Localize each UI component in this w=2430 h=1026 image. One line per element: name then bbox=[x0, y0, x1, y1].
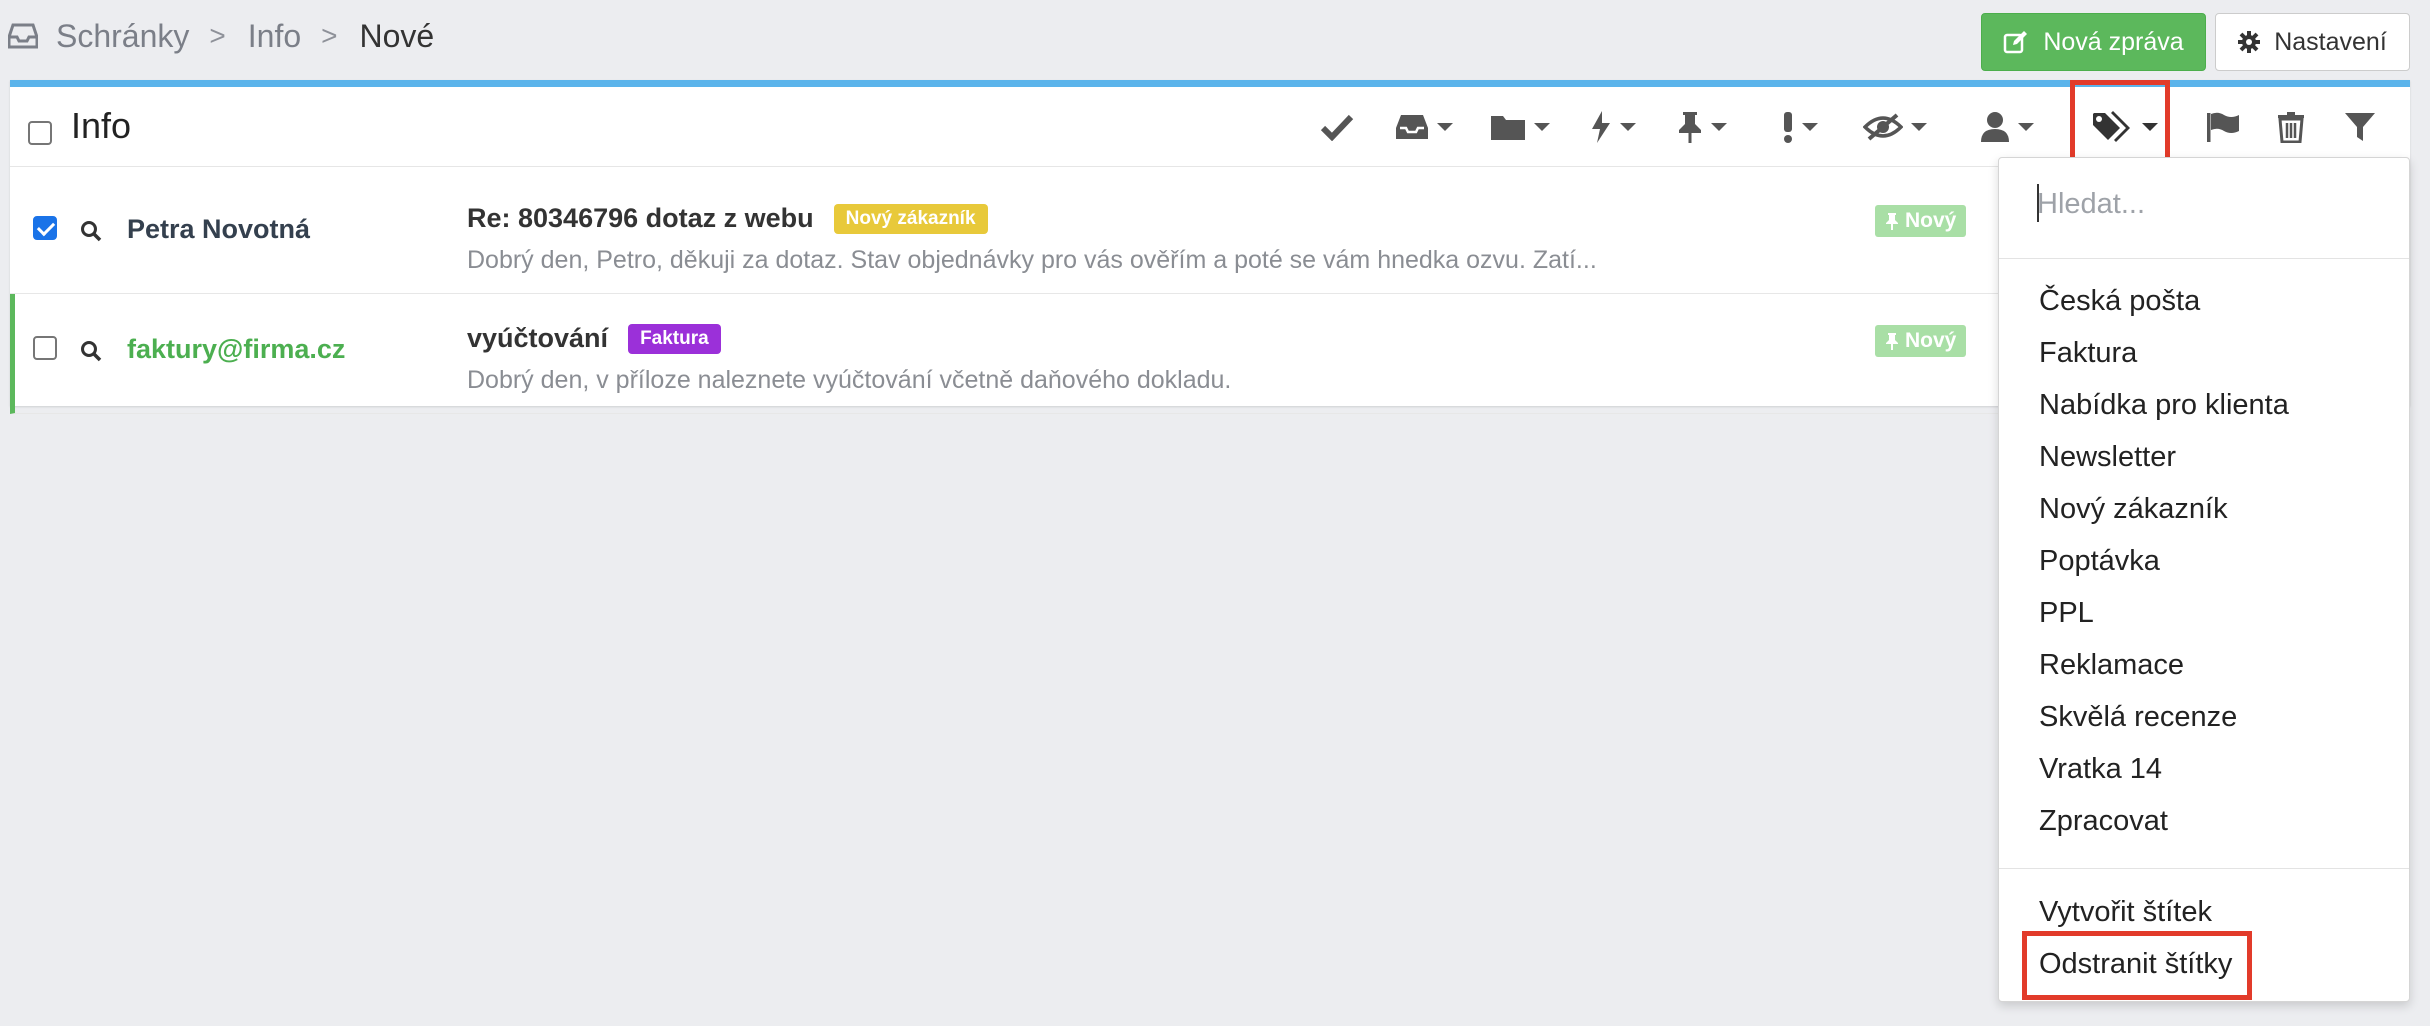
breadcrumb-root[interactable]: Schránky bbox=[56, 18, 189, 55]
message-preview: Dobrý den, v příloze naleznete vyúčtován… bbox=[467, 366, 1232, 394]
eye-slash-icon bbox=[1863, 113, 1903, 141]
folder-icon bbox=[1491, 116, 1525, 140]
dropdown-divider bbox=[1999, 258, 2409, 259]
message-subject-text: vyúčtování bbox=[467, 323, 609, 353]
status-badge: Nový bbox=[1875, 325, 1967, 357]
tag-option[interactable]: Nabídka pro klienta bbox=[2039, 389, 2289, 422]
status-badge-text: Nový bbox=[1905, 209, 1957, 232]
new-message-button[interactable]: Nová zpráva bbox=[1981, 13, 2206, 71]
tag-option[interactable]: Newsletter bbox=[2039, 441, 2176, 474]
pin-button[interactable] bbox=[1677, 109, 1727, 145]
dropdown-divider bbox=[1999, 868, 2409, 869]
message-subject-text: Re: 80346796 dotaz z webu bbox=[467, 203, 814, 233]
tag-dropdown: Česká pošta Faktura Nabídka pro klienta … bbox=[1998, 157, 2410, 1002]
priority-button[interactable] bbox=[1782, 109, 1818, 145]
edit-icon bbox=[2004, 31, 2028, 54]
tag-option[interactable]: Skvělá recenze bbox=[2039, 701, 2237, 734]
breadcrumb: Schránky > Info > Nové bbox=[8, 14, 434, 58]
breadcrumb-separator: > bbox=[209, 20, 226, 51]
bolt-icon bbox=[1592, 111, 1610, 143]
status-badge: Nový bbox=[1875, 205, 1967, 237]
mark-done-button[interactable] bbox=[1320, 109, 1354, 145]
message-subject: Re: 80346796 dotaz z webu Nový zákazník bbox=[467, 203, 988, 234]
actions-button[interactable] bbox=[1590, 109, 1636, 145]
highlight-frame bbox=[2022, 931, 2252, 1000]
visibility-button[interactable] bbox=[1863, 109, 1927, 145]
panel-header: Info bbox=[10, 87, 2410, 167]
message-sender: faktury@firma.cz bbox=[127, 334, 346, 364]
search-icon[interactable] bbox=[80, 340, 102, 362]
chevron-down-icon bbox=[1802, 123, 1818, 131]
filter-icon bbox=[2345, 113, 2375, 141]
tag-option[interactable]: Poptávka bbox=[2039, 545, 2160, 578]
highlight-frame bbox=[2070, 80, 2170, 166]
message-checkbox[interactable] bbox=[33, 336, 57, 360]
delete-button[interactable] bbox=[2277, 109, 2305, 145]
create-tag-option[interactable]: Vytvořit štítek bbox=[2039, 896, 2212, 929]
flag-icon bbox=[2207, 112, 2239, 142]
select-all-checkbox[interactable] bbox=[28, 121, 52, 145]
pin-icon bbox=[1886, 213, 1898, 230]
move-folder-button[interactable] bbox=[1490, 109, 1550, 145]
breadcrumb-separator: > bbox=[321, 20, 338, 51]
inbox-icon bbox=[8, 23, 38, 49]
tag-option[interactable]: Česká pošta bbox=[2039, 285, 2200, 318]
settings-button[interactable]: Nastavení bbox=[2215, 13, 2410, 71]
tag-option[interactable]: Reklamace bbox=[2039, 649, 2184, 682]
assign-user-button[interactable] bbox=[1980, 109, 2034, 145]
exclamation-icon bbox=[1784, 112, 1792, 143]
tag-option[interactable]: PPL bbox=[2039, 597, 2094, 630]
settings-label: Nastavení bbox=[2274, 27, 2387, 56]
user-icon bbox=[1981, 112, 2009, 142]
tag-option[interactable]: Zpracovat bbox=[2039, 805, 2168, 838]
message-preview: Dobrý den, Petro, děkuji za dotaz. Stav … bbox=[467, 246, 1597, 274]
message-checkbox[interactable] bbox=[33, 216, 57, 240]
breadcrumb-info[interactable]: Info bbox=[248, 18, 301, 55]
message-subject: vyúčtování Faktura bbox=[467, 323, 721, 354]
message-sender: Petra Novotná bbox=[127, 214, 311, 244]
tag-option[interactable]: Faktura bbox=[2039, 337, 2137, 370]
trash-icon bbox=[2278, 112, 2304, 143]
move-inbox-button[interactable] bbox=[1395, 109, 1453, 145]
chevron-down-icon bbox=[1911, 123, 1927, 131]
chevron-down-icon bbox=[1534, 123, 1550, 131]
search-icon[interactable] bbox=[80, 220, 102, 242]
tag-search-input[interactable] bbox=[2037, 182, 2377, 226]
status-badge-text: Nový bbox=[1905, 329, 1957, 352]
chevron-down-icon bbox=[2018, 123, 2034, 131]
pin-icon bbox=[1886, 333, 1898, 350]
panel-title: Info bbox=[71, 105, 132, 146]
breadcrumb-current: Nové bbox=[359, 17, 435, 54]
tag-option[interactable]: Vratka 14 bbox=[2039, 753, 2162, 786]
chevron-down-icon bbox=[1711, 123, 1727, 131]
text-cursor bbox=[2037, 184, 2039, 222]
label-badge: Nový zákazník bbox=[833, 203, 988, 234]
pin-icon bbox=[1679, 112, 1701, 143]
chevron-down-icon bbox=[1437, 123, 1453, 131]
gear-icon bbox=[2238, 31, 2261, 53]
chevron-down-icon bbox=[1620, 123, 1636, 131]
inbox-icon bbox=[1396, 115, 1428, 139]
flag-button[interactable] bbox=[2206, 109, 2240, 145]
filter-button[interactable] bbox=[2344, 109, 2376, 145]
tag-option[interactable]: Nový zákazník bbox=[2039, 493, 2228, 526]
new-message-label: Nová zpráva bbox=[2043, 27, 2184, 56]
check-icon bbox=[1320, 114, 1354, 141]
label-badge: Faktura bbox=[628, 323, 721, 354]
